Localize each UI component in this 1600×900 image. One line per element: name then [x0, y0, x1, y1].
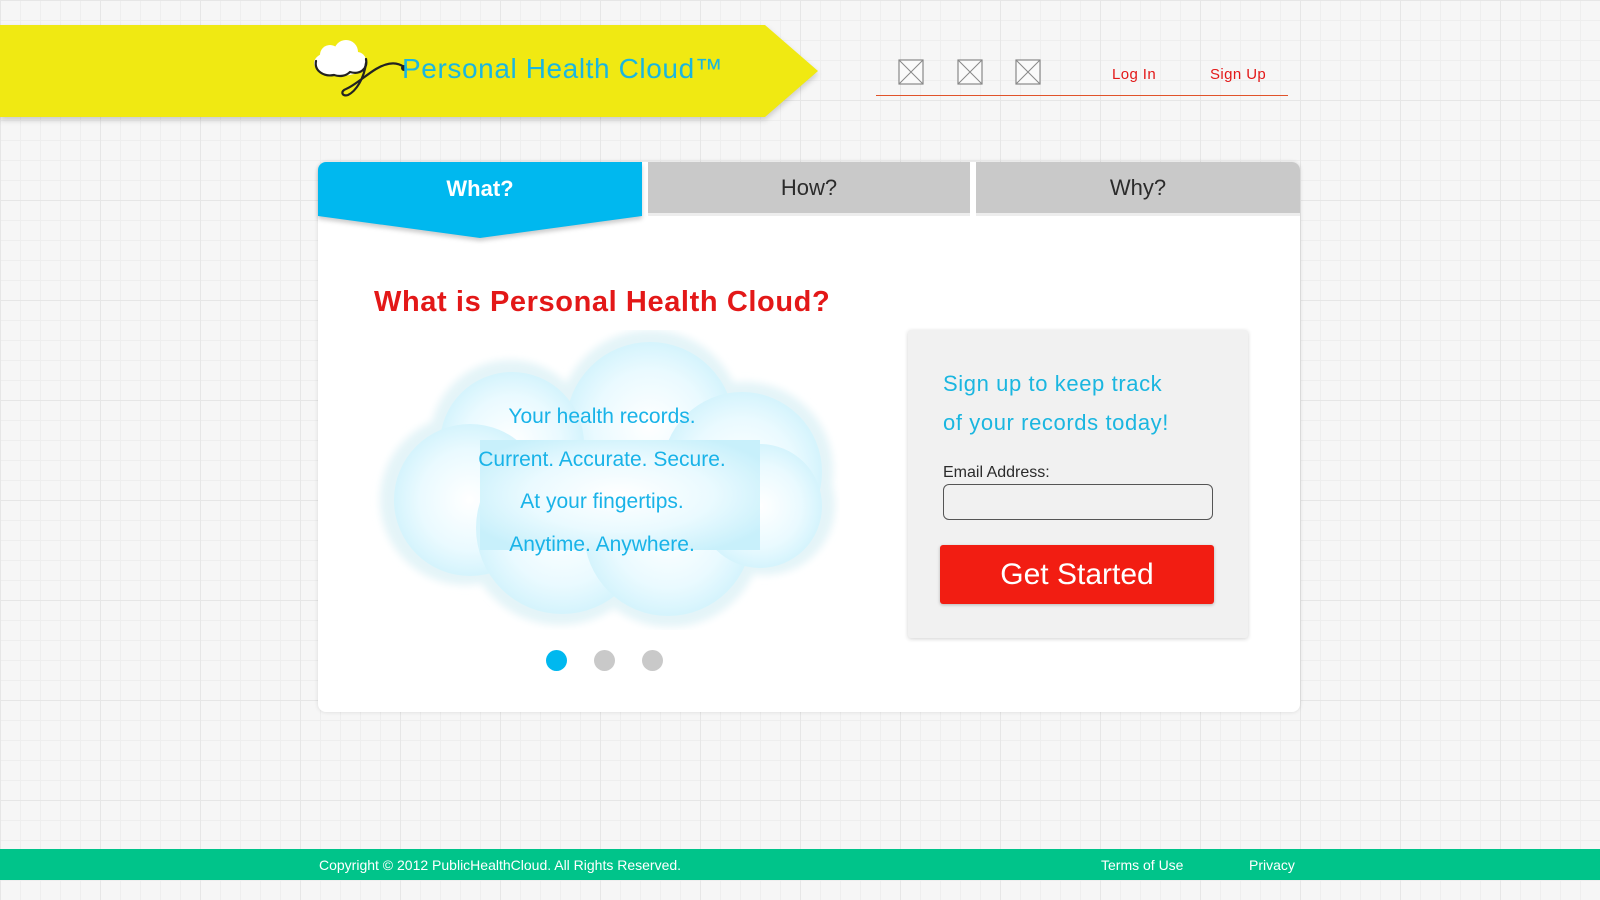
- signup-heading: Sign up to keep track of your records to…: [943, 364, 1233, 442]
- nav-divider: [876, 95, 1288, 96]
- header-banner: Personal Health Cloud™: [0, 25, 820, 118]
- carousel-dot-2[interactable]: [594, 650, 615, 671]
- carousel-dot-3[interactable]: [642, 650, 663, 671]
- tab-why[interactable]: Why?: [976, 162, 1300, 216]
- signup-panel: Sign up to keep track of your records to…: [908, 330, 1248, 638]
- tab-how[interactable]: How?: [648, 162, 970, 216]
- cloud-line: Current. Accurate. Secure.: [478, 447, 726, 471]
- tab-how-label: How?: [780, 174, 838, 200]
- tab-why-label: Why?: [1109, 174, 1167, 200]
- page-title: What is Personal Health Cloud?: [374, 286, 831, 318]
- cloud-line: Your health records.: [508, 405, 696, 428]
- broken-image-icon[interactable]: [1015, 59, 1041, 85]
- email-label: Email Address:: [943, 464, 1050, 481]
- signup-heading-line: of your records today!: [943, 410, 1169, 435]
- cloud-message: Your health records. Current. Accurate. …: [370, 396, 834, 566]
- site-footer: Copyright © 2012 PublicHealthCloud. All …: [0, 849, 1600, 880]
- email-field[interactable]: [943, 484, 1213, 520]
- carousel-dot-1[interactable]: [546, 650, 567, 671]
- cloud-stethoscope-logo-icon[interactable]: [310, 39, 410, 101]
- tab-what-label: What?: [446, 176, 514, 201]
- broken-image-icon[interactable]: [957, 59, 983, 85]
- privacy-link[interactable]: Privacy: [1249, 857, 1295, 873]
- broken-image-icon[interactable]: [898, 59, 924, 85]
- content-card: How? Why? What? What is Personal Health …: [318, 162, 1300, 712]
- login-link[interactable]: Log In: [1112, 66, 1156, 83]
- tab-what[interactable]: What?: [318, 162, 642, 242]
- get-started-button[interactable]: Get Started: [940, 545, 1214, 604]
- cloud-line: Anytime. Anywhere.: [509, 532, 695, 556]
- terms-link[interactable]: Terms of Use: [1101, 857, 1183, 873]
- cloud-line: At your fingertips.: [520, 490, 684, 513]
- brand-name[interactable]: Personal Health Cloud™: [402, 53, 723, 85]
- signup-heading-line: Sign up to keep track: [943, 371, 1163, 396]
- signup-link[interactable]: Sign Up: [1210, 66, 1266, 83]
- top-nav: Log In Sign Up: [876, 48, 1288, 96]
- copyright-text: Copyright © 2012 PublicHealthCloud. All …: [319, 857, 682, 873]
